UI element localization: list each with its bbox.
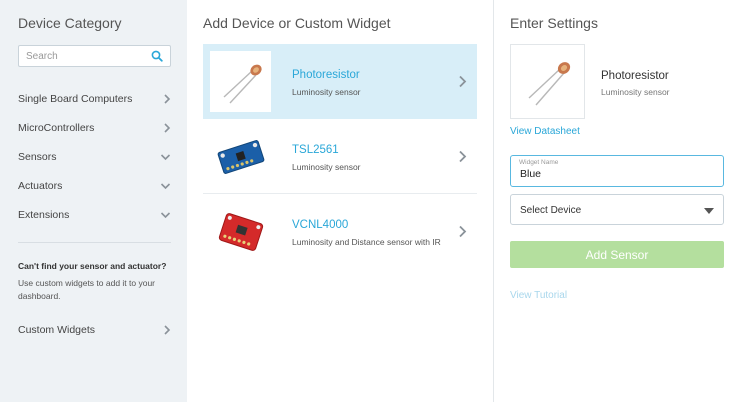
select-device-value: Select Device (520, 205, 582, 216)
photoresistor-image (210, 51, 271, 112)
sidebar-divider (18, 242, 171, 243)
device-name: TSL2561 (292, 144, 339, 156)
cant-find-text: Use custom widgets to add it to your das… (18, 278, 156, 301)
category-list: Single Board Computers MicroControllers … (18, 84, 172, 229)
settings-title: Enter Settings (510, 15, 598, 31)
device-row-vcnl4000[interactable]: VCNL4000 Luminosity and Distance sensor … (203, 194, 477, 269)
category-single-board-computers[interactable]: Single Board Computers (18, 84, 172, 113)
device-description: Luminosity sensor (292, 87, 361, 97)
device-list-title: Add Device or Custom Widget (203, 15, 391, 31)
widget-name-label: Widget Name (519, 159, 559, 166)
selected-device-name: Photoresistor (601, 70, 669, 82)
category-label: Actuators (18, 179, 63, 192)
widget-name-input[interactable] (520, 168, 710, 180)
category-actuators[interactable]: Actuators (18, 171, 172, 200)
selected-device-description: Luminosity sensor (601, 87, 670, 97)
select-device-dropdown[interactable]: Select Device (510, 194, 724, 225)
device-description: Luminosity sensor (292, 162, 361, 172)
search-input[interactable] (19, 46, 144, 67)
view-datasheet-link[interactable]: View Datasheet (510, 126, 580, 137)
category-label: Sensors (18, 150, 57, 163)
category-sensors[interactable]: Sensors (18, 142, 172, 171)
device-list-panel: Add Device or Custom Widget Photoresisto… (187, 0, 494, 402)
category-extensions[interactable]: Extensions (18, 200, 172, 229)
category-label: MicroControllers (18, 121, 95, 134)
chevron-down-icon (160, 153, 171, 160)
chevron-down-icon (160, 211, 171, 218)
vcnl4000-board-image (210, 201, 271, 262)
category-label: Extensions (18, 208, 70, 221)
chevron-right-icon (164, 325, 171, 335)
custom-widgets-item[interactable]: Custom Widgets (18, 316, 172, 344)
device-row-tsl2561[interactable]: TSL2561 Luminosity sensor (203, 119, 477, 194)
settings-panel: Enter Settings Photoresistor Luminosity … (494, 0, 740, 402)
chevron-down-icon (160, 182, 171, 189)
chevron-right-icon (164, 93, 171, 104)
add-sensor-button[interactable]: Add Sensor (510, 241, 724, 268)
device-name: Photoresistor (292, 69, 360, 81)
search-icon[interactable] (151, 50, 163, 62)
caret-down-icon (704, 208, 714, 214)
selected-device-image (510, 44, 585, 119)
search-box[interactable] (18, 45, 171, 67)
sidebar-title: Device Category (18, 15, 122, 31)
device-name: VCNL4000 (292, 219, 349, 231)
chevron-right-icon (164, 122, 171, 133)
device-row-photoresistor[interactable]: Photoresistor Luminosity sensor (203, 44, 477, 119)
cant-find-heading: Can't find your sensor and actuator? (18, 261, 167, 271)
category-microcontrollers[interactable]: MicroControllers (18, 113, 172, 142)
view-tutorial-link[interactable]: View Tutorial (510, 290, 567, 301)
category-label: Single Board Computers (18, 92, 133, 105)
tsl2561-board-image (210, 126, 271, 187)
chevron-right-icon (459, 225, 467, 238)
chevron-right-icon (459, 75, 467, 88)
widget-name-field[interactable]: Widget Name (510, 155, 724, 187)
chevron-right-icon (459, 150, 467, 163)
device-description: Luminosity and Distance sensor with IR (292, 237, 441, 247)
device-category-sidebar: Device Category Single Board Computers M… (0, 0, 187, 402)
custom-widgets-label: Custom Widgets (18, 324, 96, 336)
